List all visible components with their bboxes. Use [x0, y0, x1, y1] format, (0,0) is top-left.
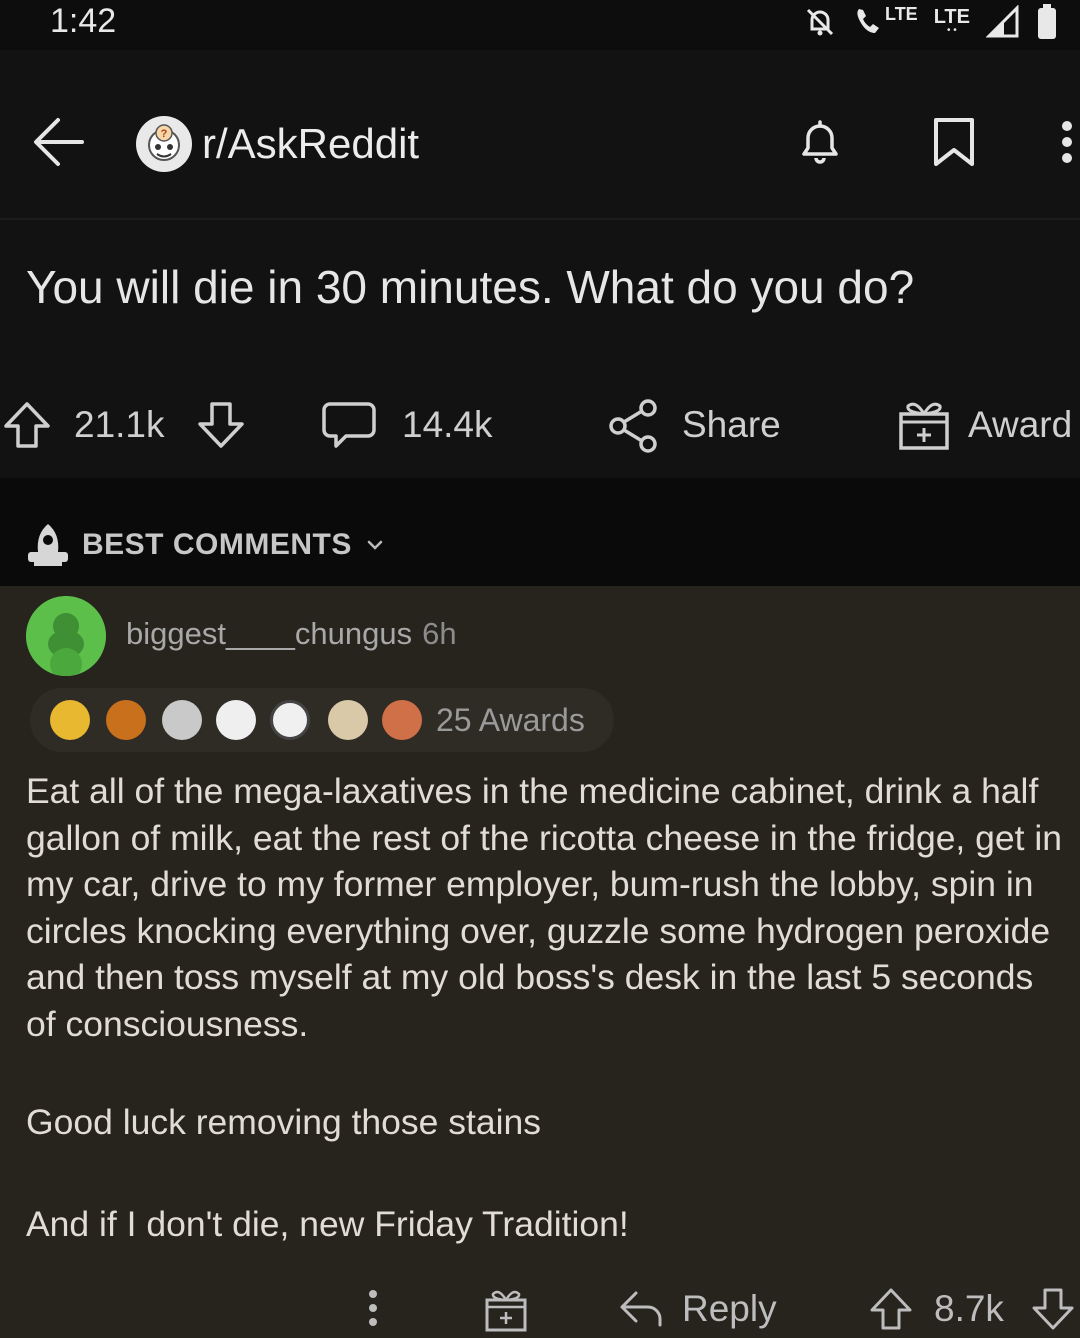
post-vote-count: 21.1k: [74, 404, 165, 445]
award-label: Award: [968, 404, 1073, 445]
lte-large-label: LTE: [933, 6, 970, 28]
more-options-button[interactable]: [1054, 114, 1080, 170]
share-label: Share: [682, 404, 781, 445]
gift-award-icon: [485, 1290, 527, 1332]
comment-author-line: biggest____chungus 6h: [126, 616, 457, 652]
post-upvote-button[interactable]: [0, 385, 54, 465]
comment-upvote-button[interactable]: [868, 1280, 914, 1338]
avatar[interactable]: [26, 596, 106, 676]
downvote-icon: [198, 402, 244, 448]
back-button[interactable]: [30, 114, 86, 170]
award-3-icon: [162, 700, 202, 740]
rocket-icon: [28, 524, 68, 566]
comment-paragraph: Good luck removing those stains: [26, 1102, 542, 1142]
app-bar: ? r/AskReddit: [0, 50, 1080, 218]
bookmark-icon: [934, 118, 974, 166]
svg-text:?: ?: [161, 128, 168, 140]
award-7-icon: [382, 700, 422, 740]
award-4-icon: [216, 700, 256, 740]
awards-count: 25 Awards: [436, 702, 585, 738]
status-icons: LTE LTE • •: [803, 2, 1058, 42]
bookmark-button[interactable]: [926, 114, 982, 170]
comment-bubble-icon: [322, 402, 376, 448]
comment-vote-count: 8.7k: [934, 1288, 1004, 1329]
chevron-down-icon: [367, 540, 383, 550]
downvote-icon: [1032, 1288, 1074, 1330]
lte-small-label: LTE: [885, 4, 918, 24]
comment-downvote-button[interactable]: [1030, 1280, 1076, 1338]
post-comments-button[interactable]: [320, 385, 378, 465]
reply-arrow-icon: [620, 1291, 662, 1327]
wifi-call-icon: LTE: [853, 5, 918, 39]
mute-bell-icon: [803, 5, 837, 39]
reply-label: Reply: [682, 1288, 777, 1329]
sort-label: BEST COMMENTS: [82, 528, 352, 561]
comment-author[interactable]: biggest____chungus: [126, 616, 412, 651]
share-icon: [609, 399, 657, 453]
post-award-button[interactable]: Award: [896, 385, 1072, 465]
comment-paragraph: Eat all of the mega-laxatives in the med…: [26, 771, 1063, 1044]
back-arrow-icon: [34, 118, 84, 166]
gift-award-icon: [899, 402, 949, 450]
post-downvote-button[interactable]: [194, 385, 248, 465]
subreddit-name[interactable]: r/AskReddit: [202, 120, 419, 168]
bell-icon: [802, 120, 838, 164]
award-1-icon: [50, 700, 90, 740]
header-divider: [0, 218, 1080, 220]
comment-paragraph: And if I don't die, new Friday Tradition…: [26, 1204, 629, 1244]
comment-more-button[interactable]: [358, 1280, 388, 1338]
award-2-icon: [106, 700, 146, 740]
comment-sort-dropdown[interactable]: BEST COMMENTS: [26, 522, 386, 568]
battery-icon: [1036, 3, 1058, 41]
post-action-bar: 21.1k 14.4k Share Award: [0, 385, 1080, 465]
comment-reply-button[interactable]: Reply: [618, 1280, 777, 1338]
more-vertical-icon: [1062, 121, 1072, 163]
comment-action-bar: Reply 8.7k: [0, 1280, 1080, 1338]
award-5-icon: [270, 700, 310, 740]
subreddit-avatar-icon[interactable]: ?: [136, 116, 192, 172]
status-time: 1:42: [50, 2, 117, 40]
post-title[interactable]: You will die in 30 minutes. What do you …: [26, 260, 914, 314]
snoo-avatar-icon: [26, 596, 106, 676]
post-share-button[interactable]: Share: [604, 385, 781, 465]
more-vertical-icon: [369, 1290, 377, 1326]
upvote-icon: [4, 402, 50, 448]
comment-age: 6h: [422, 616, 457, 651]
comment-body: Eat all of the mega-laxatives in the med…: [26, 768, 1066, 1047]
lte-indicator: LTE • •: [933, 6, 970, 36]
notification-button[interactable]: [792, 114, 848, 170]
comment-award-button[interactable]: [482, 1280, 530, 1338]
award-6-icon: [328, 700, 368, 740]
status-bar: 1:42 LTE LTE • •: [0, 0, 1080, 50]
upvote-icon: [870, 1288, 912, 1330]
signal-icon: [986, 5, 1020, 39]
post-comment-count: 14.4k: [402, 404, 493, 445]
